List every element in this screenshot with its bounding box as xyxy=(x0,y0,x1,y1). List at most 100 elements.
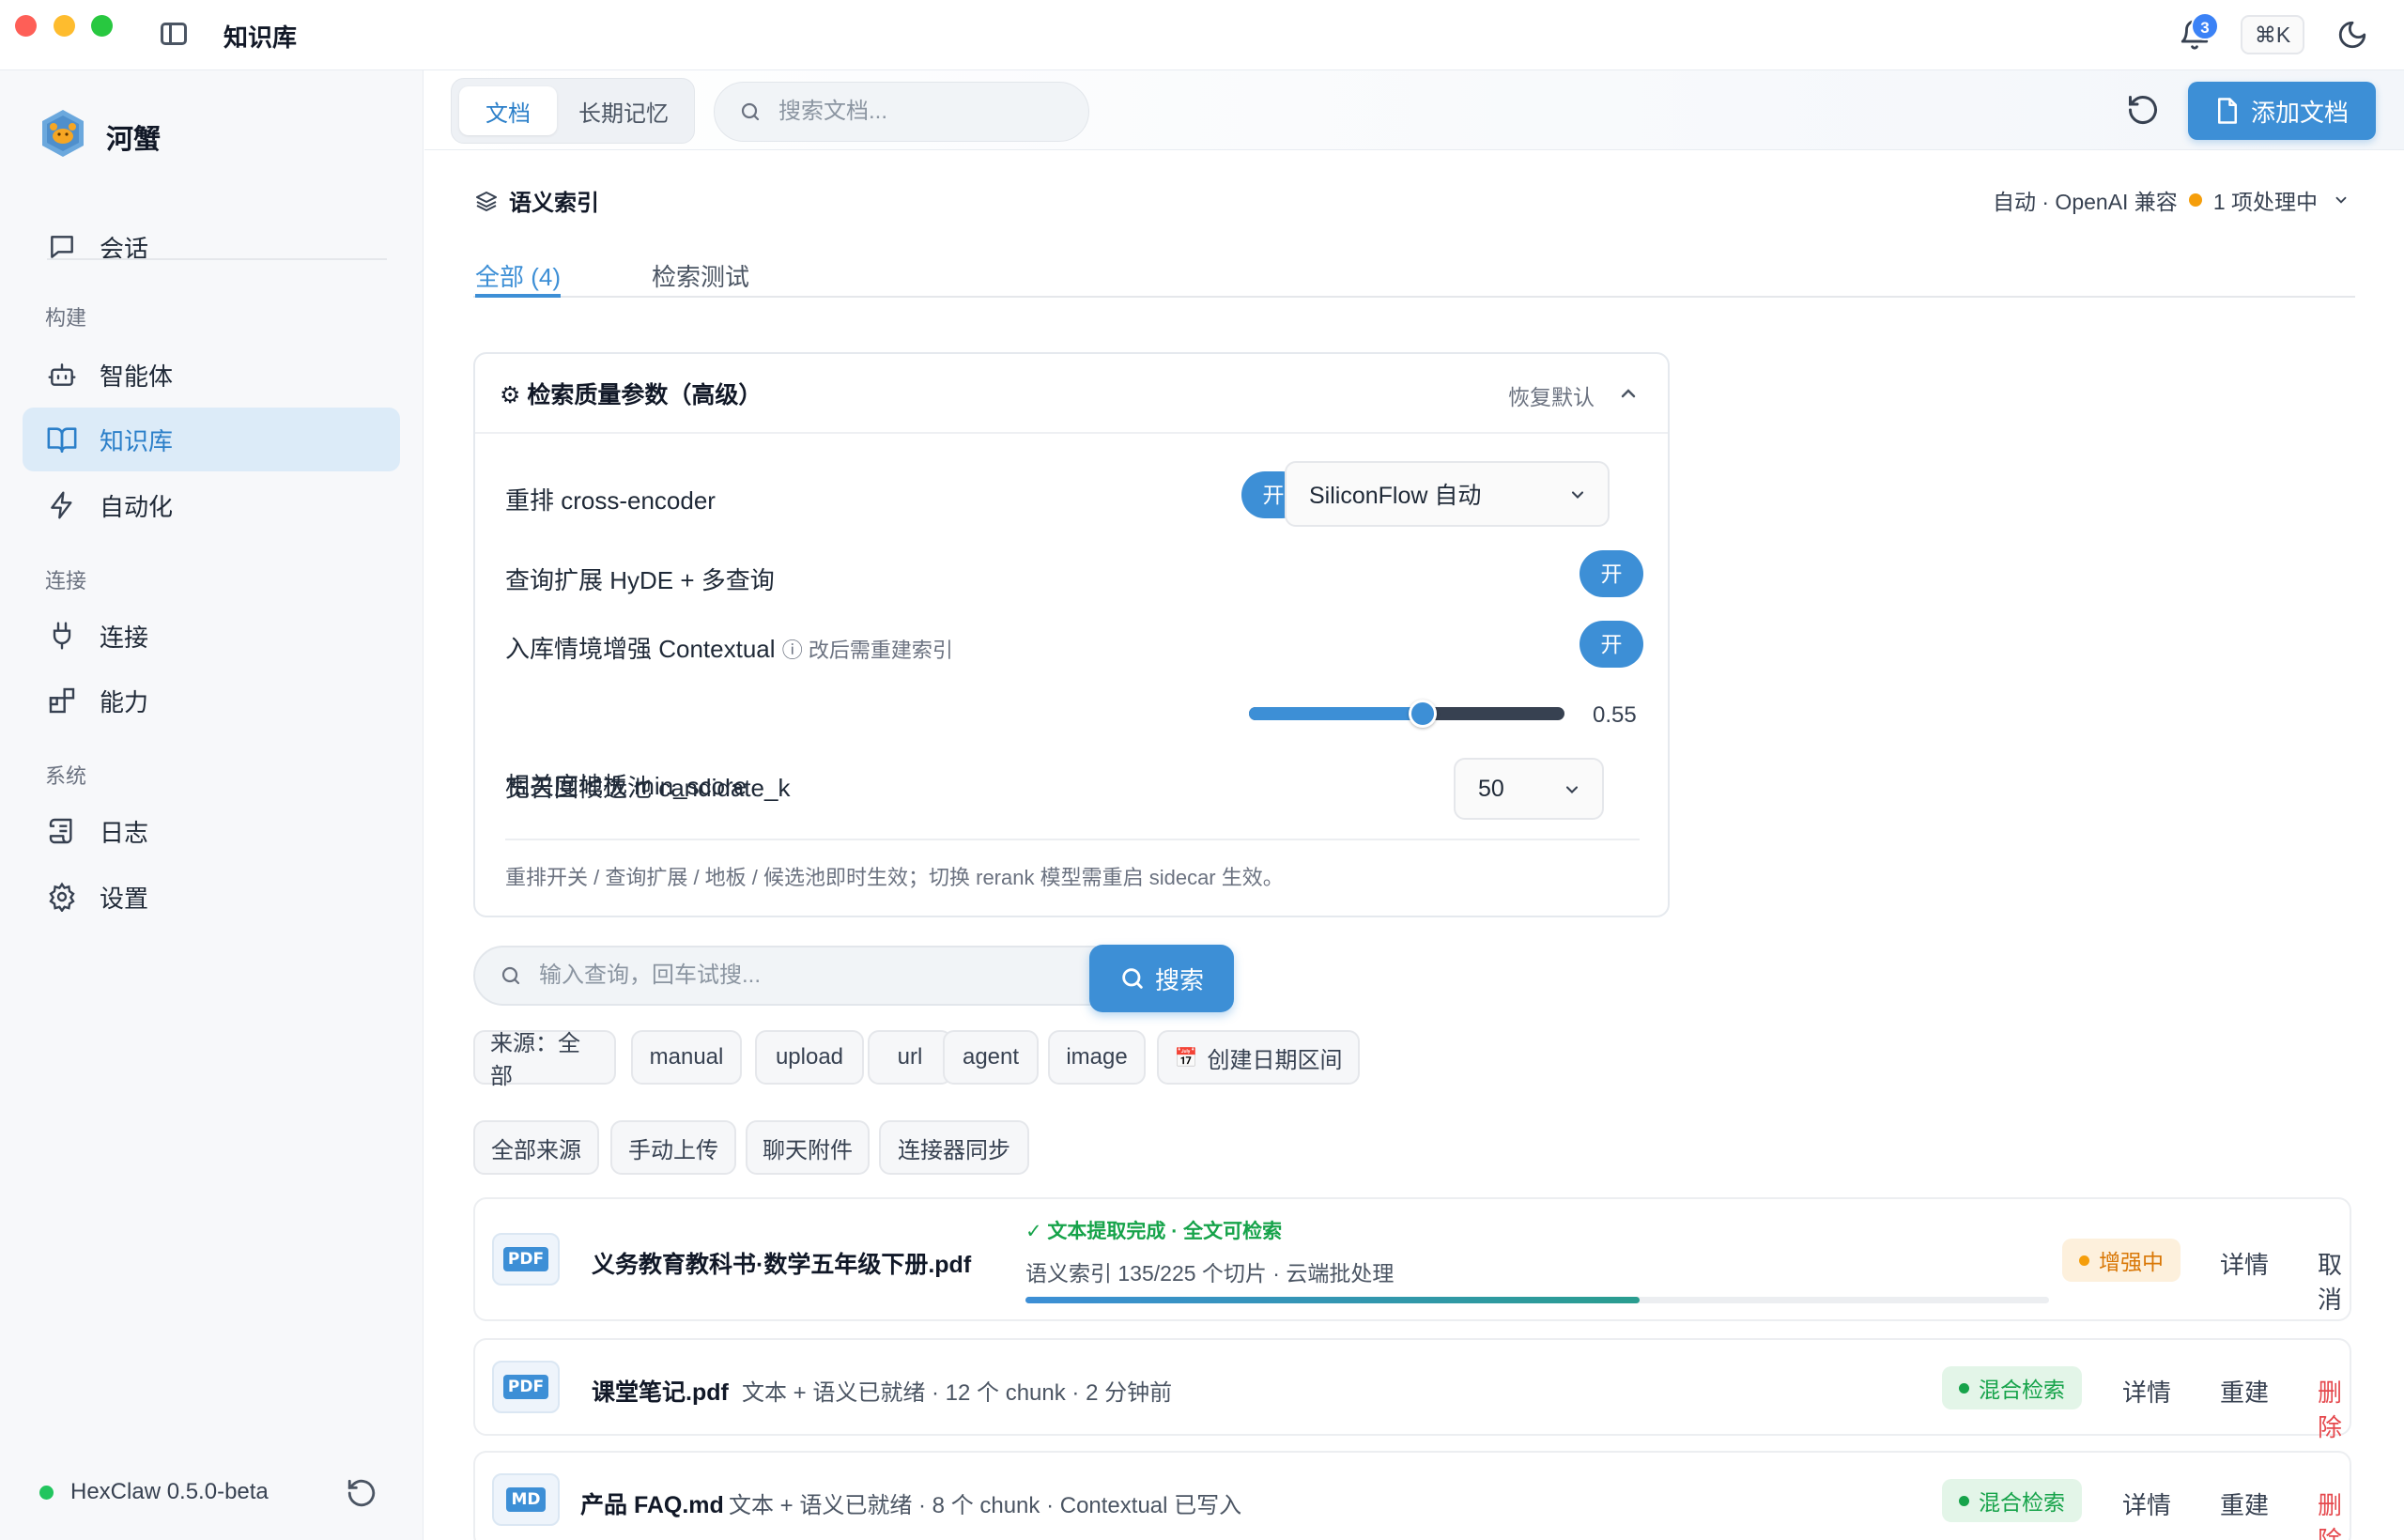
chevron-down-icon xyxy=(1565,786,1579,793)
blocks-icon xyxy=(49,687,75,714)
tab-long-term-memory[interactable]: 长期记忆 xyxy=(562,86,685,135)
search-button[interactable]: 搜索 xyxy=(1089,945,1234,1012)
main-content: 文档 长期记忆 添加文档 语义索引 自动 · OpenAI 兼容 1 项处理中 … xyxy=(424,70,2404,1540)
moon-icon[interactable] xyxy=(2336,19,2368,51)
candidate-k-value: 50 xyxy=(1478,775,1504,802)
crab-logo-icon xyxy=(42,110,84,157)
sidebar-item-automation[interactable]: 自动化 xyxy=(23,473,400,537)
date-range-label: 创建日期区间 xyxy=(1207,1047,1343,1073)
tab-all[interactable]: 全部 (4) xyxy=(475,258,562,298)
command-palette-button[interactable]: ⌘K xyxy=(2241,15,2304,54)
filter-chip-image[interactable]: image xyxy=(1048,1030,1146,1085)
sidebar-item-connectors[interactable]: 连接 xyxy=(23,604,400,668)
origin-chip-chat-attachment[interactable]: 聊天附件 xyxy=(746,1120,870,1175)
chevron-up-icon[interactable] xyxy=(1617,382,1640,405)
index-status[interactable]: 自动 · OpenAI 兼容 1 项处理中 xyxy=(1993,184,2350,216)
delete-button[interactable]: 删除 xyxy=(2318,1486,2350,1540)
section-label-system: 系统 xyxy=(45,764,87,788)
zoom-window-button[interactable] xyxy=(91,15,113,37)
contextual-toggle[interactable]: 开 xyxy=(1580,621,1643,668)
sidebar-item-settings[interactable]: 设置 xyxy=(23,865,400,929)
filter-chip-upload[interactable]: upload xyxy=(755,1030,864,1085)
view-switcher: 文档 长期记忆 xyxy=(451,78,695,144)
status-badge-label: 混合检索 xyxy=(1979,1378,2065,1402)
sidebar-item-logs[interactable]: 日志 xyxy=(23,799,400,863)
sidebar-item-capabilities[interactable]: 能力 xyxy=(23,669,400,732)
refresh-icon[interactable] xyxy=(346,1477,378,1509)
status-badge: 混合检索 xyxy=(1942,1479,2082,1522)
panel-header: ⚙ 检索质量参数（高级） 恢复默认 xyxy=(475,354,1668,434)
query-expansion-label: 查询扩展 HyDE + 多查询 xyxy=(505,566,775,594)
query-expansion-toggle[interactable]: 开 xyxy=(1580,550,1643,597)
filter-chip-manual[interactable]: manual xyxy=(631,1030,742,1085)
sidebar-item-label: 自动化 xyxy=(100,492,174,521)
details-button[interactable]: 详情 xyxy=(2122,1486,2171,1521)
sidebar-toggle-icon[interactable] xyxy=(161,23,187,45)
search-button-label: 搜索 xyxy=(1154,965,1204,994)
pdf-file-icon: PDF xyxy=(492,1361,560,1413)
sidebar-item-knowledge[interactable]: 知识库 xyxy=(23,408,400,471)
reset-defaults-button[interactable]: 恢复默认 xyxy=(1508,379,1595,411)
rebuild-button[interactable]: 重建 xyxy=(2220,1486,2269,1521)
markdown-file-icon: MD xyxy=(492,1473,560,1526)
status-badge: 混合检索 xyxy=(1942,1366,2082,1409)
retrieval-params-panel: ⚙ 检索质量参数（高级） 恢复默认 重排 cross-encoder 开 Sil… xyxy=(473,352,1670,917)
robot-icon xyxy=(48,363,76,386)
document-row[interactable]: PDF 义务教育教科书·数学五年级下册.pdf ✓ 文本提取完成 · 全文可检索… xyxy=(473,1197,2351,1321)
index-title: 语义索引 xyxy=(475,184,599,217)
delete-button[interactable]: 删除 xyxy=(2318,1374,2350,1443)
document-row[interactable]: MD 产品 FAQ.md 文本 + 语义已就绪 · 8 个 chunk · Co… xyxy=(473,1451,2351,1540)
filter-chip-source-all[interactable]: 来源：全部 xyxy=(473,1030,616,1089)
candidate-k-select[interactable]: 50 xyxy=(1454,758,1604,820)
panel-note: 重排开关 / 查询扩展 / 地板 / 候选池即时生效；切换 rerank 模型需… xyxy=(505,866,1284,889)
status-badge: 增强中 xyxy=(2062,1239,2181,1282)
sidebar-item-label: 连接 xyxy=(100,623,149,652)
minimize-window-button[interactable] xyxy=(54,15,75,37)
rerank-model-select[interactable]: SiliconFlow 自动 xyxy=(1285,461,1610,527)
rerank-label: 重排 cross-encoder xyxy=(505,486,716,515)
slider-thumb[interactable] xyxy=(1408,700,1437,728)
origin-chip-all[interactable]: 全部来源 xyxy=(473,1120,599,1175)
cancel-button[interactable]: 取消 xyxy=(2318,1246,2350,1316)
chevron-down-icon xyxy=(1571,491,1584,499)
filter-chip-url[interactable]: url xyxy=(868,1030,952,1085)
tab-documents[interactable]: 文档 xyxy=(459,86,557,135)
min-score-value: 0.55 xyxy=(1593,702,1637,728)
contextual-hint: ⓘ 改后需重建索引 xyxy=(781,639,953,662)
details-button[interactable]: 详情 xyxy=(2220,1246,2269,1281)
date-range-filter[interactable]: 📅 创建日期区间 xyxy=(1157,1030,1360,1085)
rebuild-button[interactable]: 重建 xyxy=(2220,1374,2269,1409)
notification-badge: 3 xyxy=(2191,12,2219,40)
brand-name: 河蟹 xyxy=(106,125,162,155)
refresh-icon[interactable] xyxy=(2126,93,2160,127)
origin-chip-connector-sync[interactable]: 连接器同步 xyxy=(879,1120,1029,1175)
query-field xyxy=(473,946,1121,1006)
tab-retrieval-test[interactable]: 检索测试 xyxy=(652,258,749,298)
query-input[interactable] xyxy=(539,962,1065,989)
sidebar-item-chat[interactable]: 会话 xyxy=(23,215,400,279)
document-search-input[interactable] xyxy=(778,99,1079,125)
index-progress-text: 语义索引 135/225 个切片 · 云端批处理 xyxy=(1025,1261,1395,1286)
min-score-slider[interactable] xyxy=(1249,700,1564,728)
add-document-button[interactable]: 添加文档 xyxy=(2188,82,2376,140)
processing-dot xyxy=(2188,193,2202,207)
close-window-button[interactable] xyxy=(15,15,37,37)
index-progress-bar xyxy=(1025,1297,2049,1303)
search-icon xyxy=(1122,968,1143,989)
version-label: HexClaw 0.5.0-beta xyxy=(70,1479,269,1504)
origin-chip-manual-upload[interactable]: 手动上传 xyxy=(610,1120,736,1175)
sidebar-item-agents[interactable]: 智能体 xyxy=(23,343,400,407)
calendar-icon: 📅 xyxy=(1174,1047,1198,1069)
title-bar: 知识库 3 ⌘K xyxy=(0,0,2404,70)
app-version: HexClaw 0.5.0-beta xyxy=(39,1479,269,1505)
index-progress-fill xyxy=(1025,1297,1640,1303)
filter-chip-agent[interactable]: agent xyxy=(943,1030,1039,1085)
index-title-text: 语义索引 xyxy=(509,191,599,216)
document-row[interactable]: PDF 课堂笔记.pdf 文本 + 语义已就绪 · 12 个 chunk · 2… xyxy=(473,1338,2351,1441)
details-button[interactable]: 详情 xyxy=(2122,1374,2171,1409)
section-label-build: 构建 xyxy=(45,306,87,330)
layers-icon xyxy=(476,191,497,211)
status-dot xyxy=(2079,1255,2089,1266)
main-header: 文档 长期记忆 添加文档 xyxy=(424,70,2404,150)
search-icon xyxy=(501,966,520,985)
